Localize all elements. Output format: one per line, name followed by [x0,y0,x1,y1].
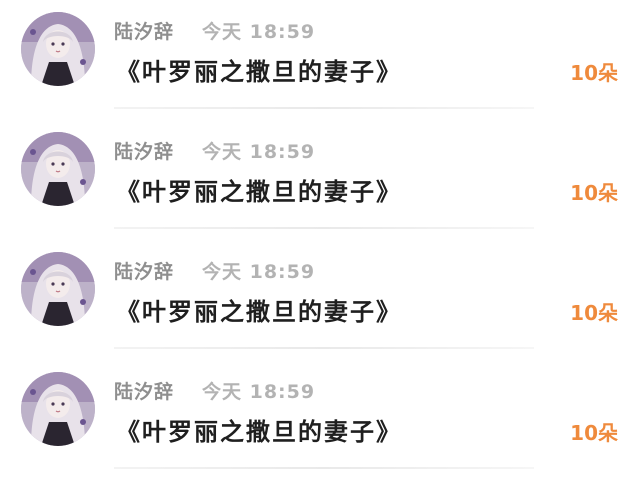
timestamp: 今天 18:59 [202,261,316,283]
divider [114,347,534,349]
sender-name[interactable]: 陆汐辞 [114,377,174,404]
timestamp: 今天 18:59 [202,21,316,43]
avatar-image [21,372,95,446]
avatar-image [21,132,95,206]
avatar[interactable] [21,372,95,446]
avatar-image [21,12,95,86]
avatar[interactable] [21,252,95,326]
list-item[interactable]: 陆汐辞 今天 18:59 《叶罗丽之撒旦的妻子》 10朵 [0,240,640,360]
avatar[interactable] [21,132,95,206]
gift-count: 10朵 [570,61,618,85]
message-text: 《叶罗丽之撒旦的妻子》 [116,418,402,446]
message-text: 《叶罗丽之撒旦的妻子》 [116,58,402,86]
avatar[interactable] [21,12,95,86]
divider [114,107,534,109]
list-item[interactable]: 陆汐辞 今天 18:59 《叶罗丽之撒旦的妻子》 10朵 [0,120,640,240]
list-item[interactable]: 陆汐辞 今天 18:59 《叶罗丽之撒旦的妻子》 10朵 [0,0,640,120]
divider [114,467,534,469]
sender-name[interactable]: 陆汐辞 [114,257,174,284]
message-text: 《叶罗丽之撒旦的妻子》 [116,178,402,206]
divider [114,227,534,229]
gift-count: 10朵 [570,301,618,325]
gift-count: 10朵 [570,421,618,445]
timestamp: 今天 18:59 [202,141,316,163]
gift-feed-list: 陆汐辞 今天 18:59 《叶罗丽之撒旦的妻子》 10朵 陆汐辞 今天 18:5… [0,0,640,480]
list-item[interactable]: 陆汐辞 今天 18:59 《叶罗丽之撒旦的妻子》 10朵 [0,360,640,480]
message-text: 《叶罗丽之撒旦的妻子》 [116,298,402,326]
timestamp: 今天 18:59 [202,381,316,403]
sender-name[interactable]: 陆汐辞 [114,17,174,44]
sender-name[interactable]: 陆汐辞 [114,137,174,164]
gift-count: 10朵 [570,181,618,205]
avatar-image [21,252,95,326]
